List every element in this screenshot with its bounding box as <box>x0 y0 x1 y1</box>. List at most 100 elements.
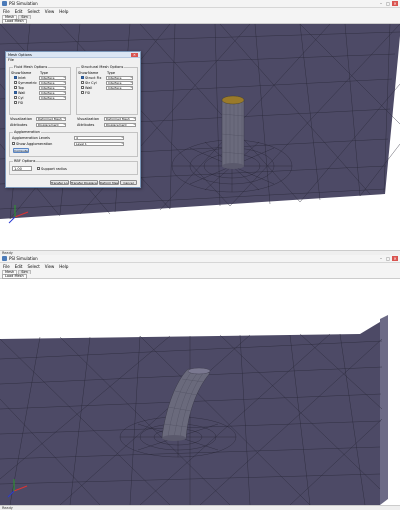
col-type: Type <box>40 71 49 75</box>
fluid-row: Inlet Interface <box>11 75 69 80</box>
compute-button[interactable]: Compute <box>13 148 29 153</box>
col-show: Show <box>11 71 21 75</box>
fluid-row: Top Interface <box>11 85 69 90</box>
rbf-radius-input[interactable]: 1.00 <box>12 166 32 171</box>
col-show: Show <box>78 71 88 75</box>
boundary-name: Inlet <box>18 75 26 80</box>
type-select[interactable]: Interface <box>39 75 66 80</box>
struct-row: Str Cyl Interface <box>78 80 136 85</box>
minimize-button[interactable]: – <box>378 256 384 261</box>
support-radius-label: Support radius <box>41 166 67 171</box>
show-checkbox[interactable] <box>14 81 17 84</box>
struct-visualization-select[interactable]: Deformed Mesh <box>104 117 136 121</box>
maximize-button[interactable]: □ <box>385 1 391 6</box>
col-type: Type <box>107 71 116 75</box>
boundary-name: Wall <box>18 90 26 95</box>
cylinder-cap <box>221 95 245 105</box>
agglomeration-levels-spinbox[interactable]: 4 <box>74 136 124 140</box>
cylinder-body <box>221 99 245 167</box>
type-select[interactable]: Interface <box>39 80 66 85</box>
col-name: Name <box>21 71 32 75</box>
cancel-button[interactable]: Cancel <box>120 180 137 185</box>
close-button[interactable]: ✕ <box>392 1 398 6</box>
agglomeration-levels-label: Agglomeration Levels <box>12 136 50 140</box>
deform-mesh-button[interactable]: Deform Mesh <box>99 180 119 185</box>
menu-view[interactable]: View <box>45 9 55 14</box>
show-checkbox[interactable] <box>14 101 17 104</box>
fluid-group-label: Fluid Mesh Options <box>13 65 49 69</box>
menu-select[interactable]: Select <box>27 264 39 269</box>
boundary-name: FSI <box>85 90 91 95</box>
mesh-scene <box>0 315 388 505</box>
fluid-mesh-group: Fluid Mesh Options Show Name Type Inlet I… <box>9 65 71 115</box>
show-agglomeration-checkbox[interactable] <box>12 142 15 145</box>
type-select[interactable]: Interface <box>39 90 66 95</box>
status-bar: Ready <box>0 505 400 510</box>
dialog-menu-file[interactable]: File <box>6 58 140 63</box>
menu-help[interactable]: Help <box>59 9 68 14</box>
title-bar: PSI Simulation – □ ✕ <box>0 255 400 263</box>
minimize-button[interactable]: – <box>378 1 384 6</box>
struct-visualization-label: Visualization <box>77 117 100 121</box>
struct-group-label: Structural Mesh Options <box>80 65 125 69</box>
menu-view[interactable]: View <box>45 264 55 269</box>
fluid-visualization-select[interactable]: Deformed Mesh <box>36 117 66 121</box>
app-window-top: PSI Simulation – □ ✕ File Edit Select Vi… <box>0 0 400 255</box>
cylinder-cap <box>187 367 211 375</box>
fluid-row: Wall Interface <box>11 90 69 95</box>
show-checkbox[interactable] <box>14 76 17 79</box>
app-icon <box>2 256 7 261</box>
fluid-attributes-select[interactable]: Displacement <box>36 123 66 127</box>
menu-select[interactable]: Select <box>27 9 39 14</box>
menu-edit[interactable]: Edit <box>15 9 23 14</box>
show-checkbox[interactable] <box>81 81 84 84</box>
level-select[interactable]: Level 1 <box>74 142 124 146</box>
app-window-bottom: PSI Simulation – □ ✕ File Edit Select Vi… <box>0 255 400 510</box>
maximize-button[interactable]: □ <box>385 256 391 261</box>
agglomeration-group-label: Agglomeration <box>13 130 41 134</box>
show-checkbox[interactable] <box>14 91 17 94</box>
boundary-name: Str Cyl <box>85 80 97 85</box>
type-select[interactable]: Interface <box>39 85 66 90</box>
show-checkbox[interactable] <box>81 91 84 94</box>
boundary-name: FSI <box>18 100 24 105</box>
type-select[interactable]: Interface <box>39 95 66 100</box>
fluid-row: Symmetric Interface <box>11 80 69 85</box>
show-checkbox[interactable] <box>14 96 17 99</box>
fluid-row: FSI <box>11 100 69 105</box>
boundary-name: Struct Fix <box>85 75 102 80</box>
show-agglomeration-label: Show Agglomeration <box>16 141 53 146</box>
dialog-title: Mesh Options <box>8 52 32 57</box>
show-checkbox[interactable] <box>14 86 17 89</box>
visualization-label: Visualization <box>10 117 33 121</box>
boundary-name: Wall <box>85 85 93 90</box>
rbf-group-label: RBF Options <box>13 159 37 163</box>
type-select[interactable]: Interface <box>106 75 133 80</box>
boundary-name: Cyl <box>18 95 24 100</box>
transfer-displacements-button[interactable]: Transfer Displacements <box>70 180 98 185</box>
load-mesh-button[interactable]: Load Mesh <box>2 273 27 279</box>
struct-row: Struct Fix Interface <box>78 75 136 80</box>
struct-attributes-label: Attributes <box>77 123 95 127</box>
type-select[interactable]: Interface <box>106 85 133 90</box>
menu-file[interactable]: File <box>3 264 10 269</box>
menu-help[interactable]: Help <box>59 264 68 269</box>
3d-viewport[interactable] <box>0 279 400 505</box>
type-select[interactable]: Interface <box>106 80 133 85</box>
show-checkbox[interactable] <box>81 76 84 79</box>
struct-attributes-select[interactable]: Displacement <box>104 123 136 127</box>
support-radius-checkbox[interactable] <box>37 167 40 170</box>
dialog-close-button[interactable]: ✕ <box>131 52 138 57</box>
menu-file[interactable]: File <box>3 9 10 14</box>
title-bar: PSI Simulation – □ ✕ <box>0 0 400 8</box>
load-mesh-button[interactable]: Load Mesh <box>2 18 27 24</box>
menu-edit[interactable]: Edit <box>15 264 23 269</box>
close-button[interactable]: ✕ <box>392 256 398 261</box>
rbf-options-group: RBF Options 1.00 Support radius <box>9 159 138 175</box>
transfer-loads-button[interactable]: Transfer Loads <box>50 180 69 185</box>
show-checkbox[interactable] <box>81 86 84 89</box>
structural-mesh-group: Structural Mesh Options Show Name Type S… <box>76 65 138 115</box>
agglomeration-group: Agglomeration Agglomeration Levels 4 Sho… <box>9 130 138 157</box>
window-title: PSI Simulation <box>9 1 38 6</box>
fluid-row: Cyl Interface <box>11 95 69 100</box>
